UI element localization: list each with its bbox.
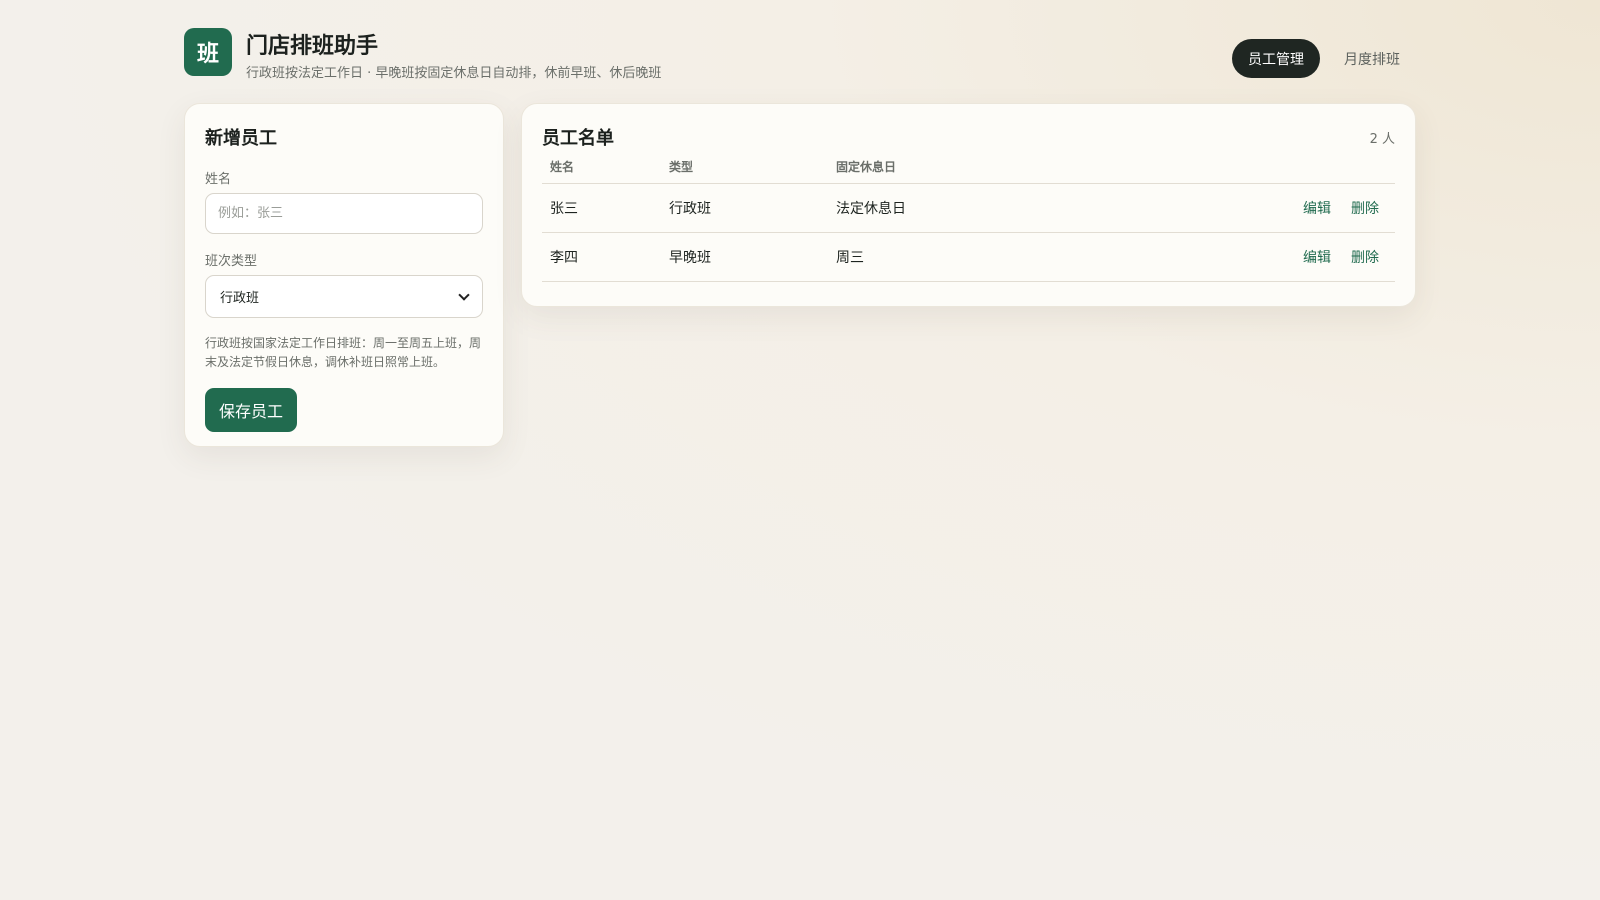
employee-type: 早晚班 [669,250,711,266]
employee-type: 行政班 [669,201,711,217]
app-header: 班 门店排班助手 行政班按法定工作日 · 早晚班按固定休息日自动排，休前早班、休… [184,28,1416,82]
shift-type-label: 班次类型 [205,254,258,269]
employee-rest-day: 法定休息日 [836,201,906,217]
delete-button[interactable]: 删除 [1351,247,1379,267]
table-row: 李四 早晚班 周三 编辑 删除 [542,233,1395,282]
shift-type-select[interactable]: 行政班 [205,275,483,318]
nav-monthly-schedule[interactable]: 月度排班 [1328,39,1416,78]
roster-table: 姓名 类型 固定休息日 张三 行政班 法定休息日 编辑 删除 李四 早晚班 周三… [542,158,1395,282]
roster-title: 员工名单 [542,128,614,149]
table-header: 姓名 类型 固定休息日 [542,158,1395,184]
edit-button[interactable]: 编辑 [1303,198,1331,218]
name-label: 姓名 [205,172,232,187]
column-header-type: 类型 [669,160,694,174]
name-input[interactable] [205,193,483,234]
save-employee-button[interactable]: 保存员工 [205,388,298,432]
shift-type-value: 行政班 [220,291,260,306]
shift-type-helper-text: 行政班按国家法定工作日排班：周一至周五上班，周末及法定节假日休息，调休补班日照常… [205,336,482,369]
column-header-rest-day: 固定休息日 [836,160,897,174]
delete-button[interactable]: 删除 [1351,198,1379,218]
add-employee-card: 新增员工 姓名 班次类型 行政班 行政班按国家法定工作日排班：周一至周五上班，周… [184,103,504,447]
column-header-name: 姓名 [550,160,575,174]
row-actions: 编辑 删除 [1076,247,1395,267]
employee-count: 2 人 [1369,131,1395,147]
add-employee-title: 新增员工 [205,128,277,149]
chevron-down-icon [458,288,470,301]
table-row: 张三 行政班 法定休息日 编辑 删除 [542,184,1395,233]
app-logo: 班 [184,28,232,76]
employee-roster-card: 员工名单 2 人 姓名 类型 固定休息日 张三 行政班 法定休息日 编辑 删除 … [521,103,1416,307]
main-nav: 员工管理 月度排班 [1232,39,1416,78]
row-actions: 编辑 删除 [1076,198,1395,218]
app-title: 门店排班助手 [246,34,379,59]
employee-rest-day: 周三 [836,250,864,266]
nav-employee-management[interactable]: 员工管理 [1232,39,1320,78]
employee-name: 张三 [550,201,578,217]
app-subtitle: 行政班按法定工作日 · 早晚班按固定休息日自动排，休前早班、休后晚班 [246,66,662,81]
employee-name: 李四 [550,250,578,266]
edit-button[interactable]: 编辑 [1303,247,1331,267]
